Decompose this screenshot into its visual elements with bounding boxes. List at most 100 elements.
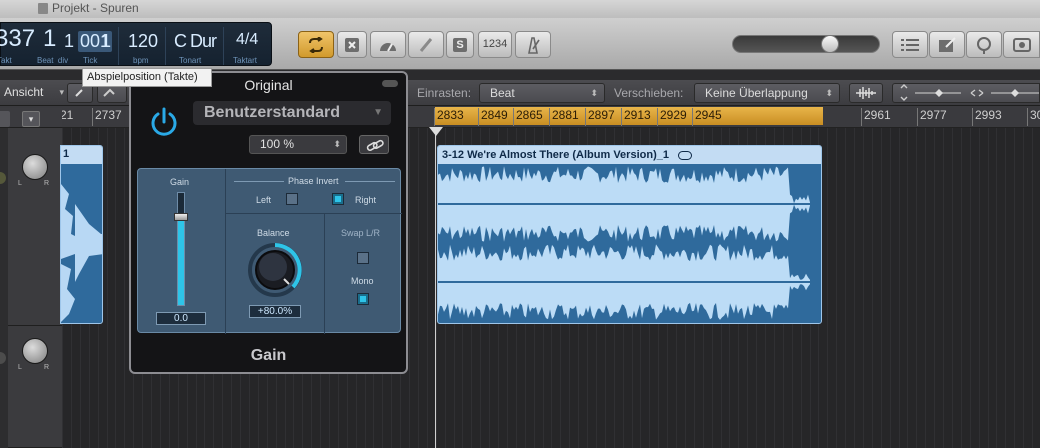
metronome-icon xyxy=(528,37,540,54)
grid-line xyxy=(836,128,837,448)
ruler-tick-label: 2833 xyxy=(437,108,464,122)
list-editors-button[interactable] xyxy=(892,31,928,58)
grid-line xyxy=(854,128,855,448)
global-track-header: ▾ xyxy=(0,108,62,128)
grid-line xyxy=(996,128,997,448)
plugin-name: Gain xyxy=(250,347,287,364)
plugin-window[interactable]: Original Benutzerstandard ▼ 100 % ⬍ Gain… xyxy=(129,71,408,374)
solo-icon: S xyxy=(453,38,467,52)
grid-line xyxy=(1032,128,1033,448)
list-icon xyxy=(901,39,919,51)
master-volume-slider[interactable] xyxy=(732,35,880,53)
lcd-div: 1 xyxy=(64,31,75,51)
grid-line xyxy=(890,128,891,448)
chevron-up-down-icon: ⬍ xyxy=(333,139,341,149)
volume-knob[interactable] xyxy=(821,35,839,53)
autopunch-button[interactable] xyxy=(337,31,367,58)
tooltip: Abspielposition (Takte) xyxy=(82,68,212,87)
pan-left-icon: L xyxy=(18,364,22,371)
playhead[interactable] xyxy=(435,128,436,448)
ruler-tick-line xyxy=(549,108,550,126)
lcd-divider xyxy=(165,27,166,65)
balance-label: Balance xyxy=(257,228,290,238)
gain-value[interactable]: 0.0 xyxy=(156,312,206,325)
loop-browser-button[interactable] xyxy=(966,31,1002,58)
browser-button[interactable] xyxy=(1003,31,1040,58)
preset-name: Benutzerstandard xyxy=(204,104,341,121)
lcd-tick-last: 1 xyxy=(101,31,112,51)
grid-line xyxy=(979,128,980,448)
ruler-tick-label: 2881 xyxy=(552,108,579,122)
playhead-handle[interactable] xyxy=(429,127,443,136)
grid-line xyxy=(427,128,428,448)
audio-region-partial[interactable]: 1 xyxy=(60,145,103,324)
view-size-select[interactable]: 100 % ⬍ xyxy=(249,135,347,154)
grid-line xyxy=(845,128,846,448)
view-menu[interactable]: Ansicht ▾ xyxy=(0,83,64,103)
ruler-tick-line xyxy=(972,108,973,126)
cycle-button[interactable] xyxy=(298,31,334,58)
audio-region[interactable]: 3-12 We're Almost There (Album Version)_… xyxy=(437,145,822,324)
lcd-label-bpm: bpm xyxy=(133,56,149,65)
phase-right-label: Right xyxy=(355,195,377,205)
ruler-tick-label: 2913 xyxy=(624,108,651,122)
swap-lr-checkbox[interactable] xyxy=(357,252,369,264)
lcd-bar: 337 xyxy=(0,25,36,52)
lcd-label-tick: Tick xyxy=(83,56,98,65)
ruler-tick-label: 2865 xyxy=(516,108,543,122)
ruler-tick-label: 30 xyxy=(1030,108,1040,122)
grid-line xyxy=(881,128,882,448)
close-icon[interactable] xyxy=(382,80,398,87)
divider xyxy=(225,213,402,214)
zoom-sliders[interactable] xyxy=(892,83,1040,103)
ruler-tick-label: 2929 xyxy=(660,108,687,122)
count-in-button[interactable]: 1234 xyxy=(478,31,512,58)
track-header-button[interactable] xyxy=(0,111,10,127)
tuner-button[interactable] xyxy=(408,31,444,58)
metronome-speed-button[interactable] xyxy=(370,31,406,58)
phase-left-checkbox[interactable] xyxy=(286,193,298,205)
region-header[interactable]: 3-12 We're Almost There (Album Version)_… xyxy=(438,146,821,164)
track-header-2[interactable]: L R xyxy=(0,326,62,448)
solo-button[interactable]: S xyxy=(446,31,474,58)
grid-line xyxy=(988,128,989,448)
lcd-display[interactable]: 337 1 1 001 1 Takt Beat div Tick 120 bpm… xyxy=(0,22,272,66)
region-partial-label: 1 xyxy=(63,148,70,160)
grid-line xyxy=(916,128,917,448)
ruler-tick-line xyxy=(692,108,693,126)
ruler-tick-line xyxy=(478,108,479,126)
lcd-tempo: 120 xyxy=(128,31,159,51)
waveform-zoom-button[interactable] xyxy=(849,83,883,103)
balance-knob[interactable] xyxy=(248,243,302,297)
chevron-down-icon: ▼ xyxy=(373,107,383,118)
gain-fader-handle[interactable] xyxy=(174,213,188,221)
metronome-button[interactable] xyxy=(515,31,551,58)
track-header-1[interactable]: L R xyxy=(0,128,62,326)
waveform xyxy=(438,166,821,320)
preset-menu[interactable]: Benutzerstandard ▼ xyxy=(193,101,391,125)
mono-checkbox[interactable] xyxy=(357,293,369,305)
link-icon xyxy=(366,139,384,151)
notepad-button[interactable] xyxy=(929,31,965,58)
tuning-fork-icon xyxy=(419,38,433,52)
pan-knob[interactable] xyxy=(22,154,48,180)
power-icon[interactable] xyxy=(147,105,181,139)
snap-select[interactable]: Beat ⬍ xyxy=(479,83,605,103)
link-button[interactable] xyxy=(359,135,389,154)
drag-mode-select[interactable]: Keine Überlappung ⬍ xyxy=(694,83,840,103)
grid-line xyxy=(409,128,410,448)
snap-label: Einrasten: xyxy=(417,86,472,100)
ruler-tick-label: 2737 xyxy=(95,108,122,122)
ruler-tick-label: 21 xyxy=(60,108,74,122)
phase-right-checkbox[interactable] xyxy=(332,193,344,205)
chevron-down-icon: ▾ xyxy=(59,87,64,97)
ruler-tick-line xyxy=(434,108,435,126)
ruler-tick-label: 2945 xyxy=(695,108,722,122)
gain-fader-track[interactable] xyxy=(177,192,185,306)
lcd-divider xyxy=(118,27,119,65)
chevron-down-icon[interactable]: ▾ xyxy=(22,111,40,127)
balance-value[interactable]: +80.0% xyxy=(249,305,301,318)
grid-line xyxy=(907,128,908,448)
chevron-up-down-icon: ⬍ xyxy=(590,88,598,98)
pan-knob[interactable] xyxy=(22,338,48,364)
